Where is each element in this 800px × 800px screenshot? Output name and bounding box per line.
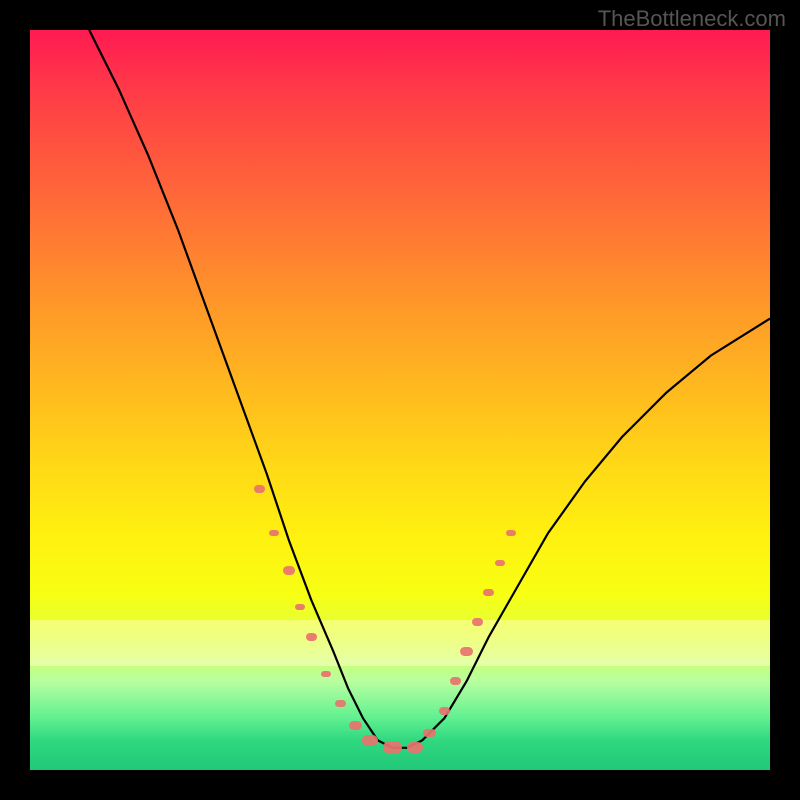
curve-marker [472,618,483,626]
curve-marker [283,566,296,575]
curve-marker [407,742,423,753]
curve-layer [30,30,770,770]
curve-marker [269,530,279,537]
curve-marker [439,707,450,715]
curve-marker [362,735,378,746]
curve-marker [423,729,436,738]
curve-marker [460,647,473,656]
curve-marker [506,530,516,537]
curve-marker [450,677,461,685]
curve-marker [306,633,317,641]
curve-marker [495,560,505,567]
curve-marker [483,589,494,597]
curve-marker [254,485,265,493]
curve-marker [383,741,402,754]
bottleneck-curve [89,30,770,748]
curve-marker [349,721,362,730]
plot-area [30,30,770,770]
curve-marker [295,604,305,611]
chart-container: TheBottleneck.com [0,0,800,800]
curve-marker [321,671,331,678]
curve-marker [335,700,346,708]
watermark-text: TheBottleneck.com [598,6,786,32]
